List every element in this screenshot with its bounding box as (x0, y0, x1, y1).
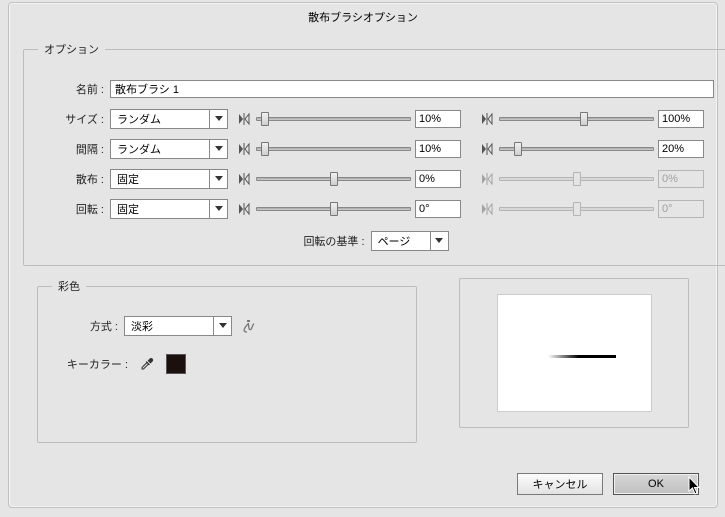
mode-select[interactable]: ランダム (110, 139, 228, 159)
value-field-2 (658, 200, 704, 218)
method-row: 方式 : 淡彩 (52, 314, 402, 338)
value-field-2[interactable] (658, 110, 704, 128)
mode-value: ランダム (111, 141, 209, 157)
hint-icon[interactable] (240, 319, 258, 333)
flip-icon[interactable] (234, 112, 254, 126)
slider-thumb[interactable] (261, 112, 269, 126)
value-field-1[interactable] (415, 170, 461, 188)
slider-track (499, 117, 654, 121)
slider-b[interactable] (499, 139, 654, 159)
dropdown-arrow-icon (209, 170, 227, 188)
flip-icon (477, 172, 497, 186)
rotation-basis-value: ページ (372, 233, 430, 249)
key-color-label: キーカラー : (52, 356, 134, 372)
value-field-1[interactable] (415, 140, 461, 158)
dialog-buttons: キャンセル OK (517, 473, 699, 495)
mode-select[interactable]: ランダム (110, 109, 228, 129)
slider-thumb[interactable] (330, 202, 338, 216)
brush-preview (497, 294, 652, 412)
flip-icon (477, 202, 497, 216)
slider-a[interactable] (256, 139, 411, 159)
param-row: 回転 :固定 (38, 197, 714, 221)
slider-track (256, 147, 411, 151)
slider-track (256, 117, 411, 121)
flip-icon[interactable] (234, 172, 254, 186)
slider-thumb[interactable] (330, 172, 338, 186)
slider-thumb[interactable] (580, 112, 588, 126)
name-input[interactable] (110, 80, 714, 98)
param-row: 間隔 :ランダム (38, 137, 714, 161)
cancel-button[interactable]: キャンセル (517, 473, 603, 495)
mode-select[interactable]: 固定 (110, 169, 228, 189)
dropdown-arrow-icon (213, 317, 231, 335)
param-label: サイズ : (38, 111, 110, 127)
method-value: 淡彩 (125, 318, 213, 334)
scatter-brush-options-dialog: 散布ブラシオプション オプション 名前 : サイズ :ランダム間隔 :ランダム散… (8, 2, 718, 508)
slider-a[interactable] (256, 199, 411, 219)
flip-icon[interactable] (234, 142, 254, 156)
flip-icon[interactable] (477, 142, 497, 156)
param-label: 回転 : (38, 201, 110, 217)
dropdown-arrow-icon (430, 232, 448, 250)
value-field-1[interactable] (415, 200, 461, 218)
tint-group: 彩色 方式 : 淡彩 キーカラー : (37, 278, 417, 443)
key-color-swatch[interactable] (166, 354, 186, 374)
eyedropper-icon[interactable] (138, 355, 156, 373)
param-label: 間隔 : (38, 141, 110, 157)
name-label: 名前 : (38, 81, 110, 97)
slider-b[interactable] (499, 109, 654, 129)
flip-icon[interactable] (234, 202, 254, 216)
slider-thumb (573, 172, 581, 186)
mode-select[interactable]: 固定 (110, 199, 228, 219)
name-row: 名前 : (38, 77, 714, 101)
method-label: 方式 : (52, 318, 124, 334)
slider-thumb[interactable] (261, 142, 269, 156)
param-label: 散布 : (38, 171, 110, 187)
slider-b (499, 169, 654, 189)
slider-a[interactable] (256, 109, 411, 129)
mode-value: 固定 (111, 201, 209, 217)
slider-thumb[interactable] (514, 142, 522, 156)
options-legend: オプション (38, 41, 105, 57)
key-color-row: キーカラー : (52, 352, 402, 376)
mode-value: 固定 (111, 171, 209, 187)
slider-b (499, 199, 654, 219)
dropdown-arrow-icon (209, 200, 227, 218)
slider-track (499, 147, 654, 151)
options-group: オプション 名前 : サイズ :ランダム間隔 :ランダム散布 :固定回転 :固定… (23, 41, 725, 266)
flip-icon[interactable] (477, 112, 497, 126)
dropdown-arrow-icon (209, 110, 227, 128)
param-row: 散布 :固定 (38, 167, 714, 191)
dialog-title: 散布ブラシオプション (9, 3, 717, 35)
tint-legend: 彩色 (52, 278, 86, 294)
preview-stroke (548, 355, 616, 358)
value-field-2[interactable] (658, 140, 704, 158)
param-row: サイズ :ランダム (38, 107, 714, 131)
value-field-2 (658, 170, 704, 188)
value-field-1[interactable] (415, 110, 461, 128)
dropdown-arrow-icon (209, 140, 227, 158)
method-select[interactable]: 淡彩 (124, 316, 232, 336)
rotation-basis-row: 回転の基準 : ページ (38, 231, 714, 251)
rotation-basis-select[interactable]: ページ (371, 231, 449, 251)
rotation-basis-label: 回転の基準 : (303, 233, 370, 249)
mode-value: ランダム (111, 111, 209, 127)
ok-button[interactable]: OK (613, 473, 699, 495)
slider-thumb (573, 202, 581, 216)
preview-group (459, 278, 689, 428)
slider-a[interactable] (256, 169, 411, 189)
